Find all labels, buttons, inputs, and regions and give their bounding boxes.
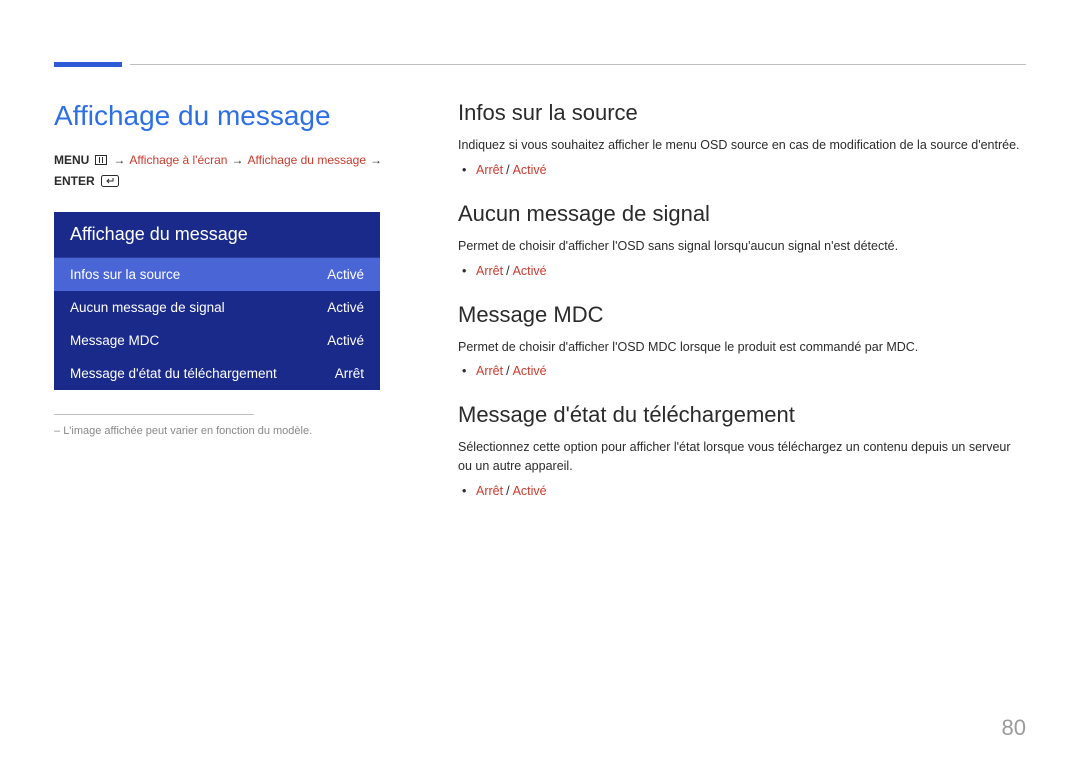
osd-row-label: Message MDC	[70, 333, 159, 348]
doc-section: Message d'état du téléchargement Sélectio…	[458, 402, 1026, 498]
page-number: 80	[1002, 715, 1026, 741]
option-separator: /	[506, 364, 509, 378]
osd-panel: Affichage du message Infos sur la source…	[54, 212, 380, 390]
osd-row[interactable]: Aucun message de signal Activé	[54, 291, 380, 324]
page-title: Affichage du message	[54, 100, 400, 132]
section-description: Permet de choisir d'afficher l'OSD MDC l…	[458, 338, 1026, 357]
right-column: Infos sur la source Indiquez si vous souh…	[458, 100, 1026, 703]
breadcrumb-part-2: Affichage du message	[247, 152, 366, 169]
breadcrumb-enter: ENTER	[54, 173, 95, 190]
option-separator: /	[506, 264, 509, 278]
section-options: Arrêt/ Activé	[476, 163, 1026, 177]
breadcrumb-part-1: Affichage à l'écran	[129, 152, 227, 169]
header-accent-bar	[54, 62, 122, 67]
section-heading: Infos sur la source	[458, 100, 1026, 126]
osd-row-value: Activé	[327, 267, 364, 282]
doc-section: Infos sur la source Indiquez si vous souh…	[458, 100, 1026, 177]
breadcrumb: MENU → Affichage à l'écran → Affichage d…	[54, 152, 400, 190]
section-description: Permet de choisir d'afficher l'OSD sans …	[458, 237, 1026, 256]
section-options: Arrêt/ Activé	[476, 484, 1026, 498]
section-heading: Aucun message de signal	[458, 201, 1026, 227]
osd-row-value: Arrêt	[335, 366, 364, 381]
osd-panel-title: Affichage du message	[54, 212, 380, 258]
enter-icon	[101, 175, 119, 187]
osd-row[interactable]: Infos sur la source Activé	[54, 258, 380, 291]
section-options: Arrêt/ Activé	[476, 264, 1026, 278]
left-column: Affichage du message MENU → Affichage à …	[54, 100, 400, 703]
osd-row-value: Activé	[327, 333, 364, 348]
osd-row-label: Message d'état du téléchargement	[70, 366, 277, 381]
section-heading: Message MDC	[458, 302, 1026, 328]
menu-icon	[95, 155, 107, 165]
page-body: Affichage du message MENU → Affichage à …	[54, 100, 1026, 703]
option-value: Activé	[513, 264, 547, 278]
header-divider	[130, 64, 1026, 65]
breadcrumb-arrow: →	[113, 152, 125, 169]
osd-row-label: Infos sur la source	[70, 267, 180, 282]
osd-row-value: Activé	[327, 300, 364, 315]
option-value: Activé	[513, 163, 547, 177]
breadcrumb-arrow: →	[231, 152, 243, 169]
doc-section: Aucun message de signal Permet de choisir…	[458, 201, 1026, 278]
section-description: Indiquez si vous souhaitez afficher le m…	[458, 136, 1026, 155]
option-value: Arrêt	[476, 163, 503, 177]
option-value: Arrêt	[476, 264, 503, 278]
osd-row[interactable]: Message d'état du téléchargement Arrêt	[54, 357, 380, 390]
section-options: Arrêt/ Activé	[476, 364, 1026, 378]
doc-section: Message MDC Permet de choisir d'afficher …	[458, 302, 1026, 379]
section-heading: Message d'état du téléchargement	[458, 402, 1026, 428]
osd-row[interactable]: Message MDC Activé	[54, 324, 380, 357]
osd-rows: Infos sur la sourceActivéAucun message d…	[54, 258, 380, 390]
footnote-divider	[54, 414, 254, 415]
section-description: Sélectionnez cette option pour afficher …	[458, 438, 1026, 476]
option-value: Activé	[513, 484, 547, 498]
breadcrumb-menu: MENU	[54, 152, 89, 169]
option-value: Arrêt	[476, 484, 503, 498]
option-separator: /	[506, 163, 509, 177]
option-separator: /	[506, 484, 509, 498]
option-value: Arrêt	[476, 364, 503, 378]
option-value: Activé	[513, 364, 547, 378]
footnote-text: L'image affichée peut varier en fonction…	[54, 425, 400, 437]
breadcrumb-arrow: →	[370, 152, 382, 169]
osd-row-label: Aucun message de signal	[70, 300, 225, 315]
